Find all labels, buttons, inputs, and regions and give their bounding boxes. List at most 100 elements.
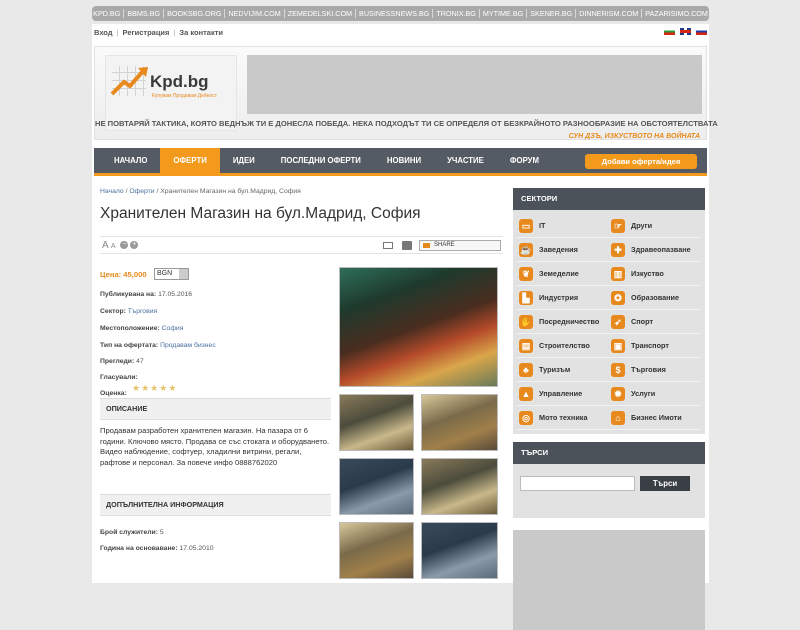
sector-label: Мото техника <box>539 413 588 422</box>
network-link[interactable]: KPD.BG <box>90 9 125 18</box>
thumbnail-photo[interactable] <box>421 522 498 579</box>
sector-item[interactable]: ⌂ Бизнес Имоти <box>609 406 701 430</box>
breadcrumb-home[interactable]: Начало <box>100 188 124 195</box>
network-link[interactable]: BBMS.BG <box>124 9 165 18</box>
bulgarian-flag-icon[interactable] <box>664 28 675 35</box>
article-toolbar: A A − + SHARE <box>100 236 503 254</box>
nav-item[interactable]: ИДЕИ <box>220 148 268 173</box>
user-bar: Вход | Регистрация | За контакти <box>92 24 709 42</box>
sector-item[interactable]: ✪ Образование <box>609 286 701 310</box>
nav-item[interactable]: НОВИНИ <box>374 148 434 173</box>
login-link[interactable]: Вход <box>94 28 113 37</box>
search-button[interactable]: Търси <box>640 476 690 491</box>
thumbnail-photo[interactable] <box>421 458 498 515</box>
russian-flag-icon[interactable] <box>696 28 707 35</box>
star-icon[interactable]: ★ <box>150 383 159 393</box>
email-icon[interactable] <box>383 242 393 249</box>
network-link[interactable]: SKENER.BG <box>527 9 577 18</box>
sector-item[interactable]: ➶ Спорт <box>609 310 701 334</box>
network-link[interactable]: NEDVIJIM.COM <box>225 9 285 18</box>
thumbnail-photo[interactable] <box>339 394 414 451</box>
network-link[interactable]: DINNERISM.COM <box>576 9 643 18</box>
star-icon[interactable]: ★ <box>159 383 168 393</box>
print-icon[interactable] <box>402 241 412 250</box>
sidebar: СЕКТОРИ ▭ IT ☞ Други ☕ Заведения ✚ Здравеопазва… <box>513 188 705 630</box>
sector-item[interactable]: ▙ Индустрия <box>517 286 609 310</box>
sector-item[interactable]: ▥ Изкуство <box>609 262 701 286</box>
rating-stars[interactable]: ★★★★★ <box>132 383 177 394</box>
font-small-icon[interactable]: A <box>111 243 116 250</box>
chart-icon: ▲ <box>519 386 533 401</box>
sector-label: Други <box>631 221 653 230</box>
sector-item[interactable]: ✚ Здравеопазване <box>609 238 701 262</box>
hand-icon: ✋ <box>519 314 533 329</box>
sector-label: Земеделие <box>539 269 579 278</box>
sector-item[interactable]: ♣ Туризъм <box>517 358 609 382</box>
zoom-out-icon[interactable]: − <box>120 241 129 250</box>
nav-item[interactable]: ФОРУМ <box>497 148 552 173</box>
sector-label: Спорт <box>631 317 654 326</box>
sector-label: Бизнес Имоти <box>631 413 682 422</box>
network-link[interactable]: BUSINESSNEWS.BG <box>356 9 434 18</box>
sector-label: Индустрия <box>539 293 579 302</box>
register-link[interactable]: Регистрация <box>123 28 170 37</box>
sector-item[interactable]: ▣ Транспорт <box>609 334 701 358</box>
sidebar-ad[interactable] <box>513 530 705 630</box>
english-flag-icon[interactable] <box>680 28 691 35</box>
detail-row: Публикувана на: 17.05.2016 <box>100 291 193 298</box>
house-icon: ⌂ <box>611 410 625 425</box>
sector-item[interactable]: ▤ Строителство <box>517 334 609 358</box>
sector-label: Строителство <box>539 341 590 350</box>
sector-item[interactable]: ✋ Посредничество <box>517 310 609 334</box>
contacts-link[interactable]: За контакти <box>179 28 223 37</box>
header: Kpd.bg Купувам Продавам Дейност НЕ ПОВТА… <box>94 46 718 140</box>
sector-label: Търговия <box>631 365 666 374</box>
sector-item[interactable]: ◎ Мото техника <box>517 406 609 430</box>
network-link[interactable]: MYTIME.BG <box>480 9 528 18</box>
network-link[interactable]: PAZARISIMO.COM <box>642 9 711 18</box>
building-icon: ▤ <box>519 338 533 353</box>
sector-item[interactable]: ▲ Управление <box>517 382 609 406</box>
star-icon[interactable]: ★ <box>168 383 177 393</box>
logo-name: Kpd.bg <box>150 72 209 91</box>
thumbnail-photo[interactable] <box>339 458 414 515</box>
network-link[interactable]: ZEMEDELSKI.COM <box>285 9 357 18</box>
bus-icon: ▣ <box>611 338 625 353</box>
sector-item[interactable]: $ Търговия <box>609 358 701 382</box>
detail-row: Гласували: <box>100 374 138 381</box>
star-icon[interactable]: ★ <box>141 383 150 393</box>
zoom-in-icon[interactable]: + <box>130 241 139 250</box>
founded-row: Година на основаване: 17.05.2010 <box>100 545 214 552</box>
font-large-icon[interactable]: A <box>102 240 108 251</box>
network-link[interactable]: TRONIX.BG <box>433 9 480 18</box>
sector-item[interactable]: ☞ Други <box>609 214 701 238</box>
thumbnail-photo[interactable] <box>421 394 498 451</box>
breadcrumb-current: Хранителен Магазин на бул.Мадрид, София <box>160 188 301 195</box>
banner-ad[interactable] <box>247 55 702 114</box>
search-input[interactable] <box>520 476 635 491</box>
add-offer-button[interactable]: Добави оферта/идея <box>585 154 697 169</box>
logo-tagline: Купувам Продавам Дейност <box>152 93 218 99</box>
sector-item[interactable]: ✹ Услуги <box>609 382 701 406</box>
runner-icon: ➶ <box>611 314 625 329</box>
separator: | <box>173 28 176 37</box>
share-button[interactable]: SHARE <box>419 240 501 251</box>
detail-row: Местоположение: София <box>100 325 184 332</box>
sector-item[interactable]: ❦ Земеделие <box>517 262 609 286</box>
wheat-icon: ❦ <box>519 266 533 281</box>
thumbnail-photo[interactable] <box>339 522 414 579</box>
quote-text: НЕ ПОВТАРЯЙ ТАКТИКА, КОЯТО ВЕДНЪЖ ТИ Е Д… <box>95 119 718 128</box>
nav-item[interactable]: ОФЕРТИ <box>160 148 220 173</box>
main-photo[interactable] <box>339 267 498 387</box>
sector-item[interactable]: ▭ IT <box>517 214 609 238</box>
pointer-icon: ☞ <box>611 218 625 233</box>
network-link[interactable]: BOOKSBG.ORG <box>164 9 226 18</box>
currency-select[interactable]: BGN <box>154 268 189 280</box>
nav-item[interactable]: ПОСЛЕДНИ ОФЕРТИ <box>268 148 374 173</box>
sector-label: Посредничество <box>539 317 600 326</box>
nav-item[interactable]: НАЧАЛО <box>94 148 160 173</box>
nav-item[interactable]: УЧАСТИЕ <box>434 148 497 173</box>
sector-item[interactable]: ☕ Заведения <box>517 238 609 262</box>
breadcrumb-offers[interactable]: Оферти <box>129 188 154 195</box>
star-icon[interactable]: ★ <box>132 383 141 393</box>
